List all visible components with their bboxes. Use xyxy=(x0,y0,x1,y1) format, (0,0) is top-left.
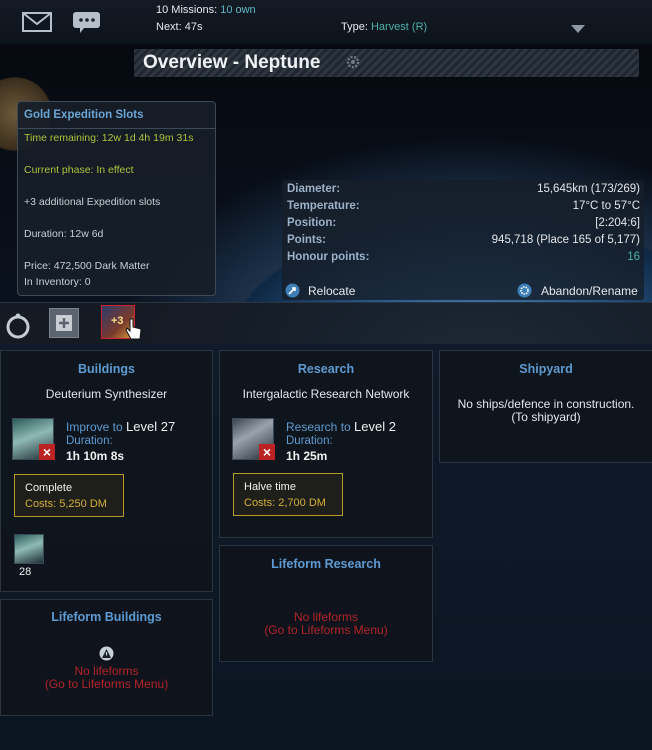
chat-icon[interactable] xyxy=(72,10,102,34)
halve-time-button[interactable]: Halve time Costs: 2,700 DM xyxy=(233,473,343,516)
plus-icon xyxy=(56,315,72,331)
type-status: Type: Harvest (R) xyxy=(341,21,427,33)
honour-points-label: Honour points: xyxy=(287,251,370,263)
lifeform-buildings-link[interactable]: (Go to Lifeforms Menu) xyxy=(1,677,212,691)
planet-ring-icon[interactable] xyxy=(4,313,32,341)
complete-label: Complete xyxy=(25,482,73,494)
missions-status: 10 Missions: 10 own xyxy=(156,4,256,16)
title-separator: - xyxy=(232,52,240,73)
cancel-research-icon[interactable]: × xyxy=(259,444,275,460)
buildings-panel: Buildings Deuterium Synthesizer × Improv… xyxy=(0,350,213,592)
item-tooltip: Gold Expedition Slots Time remaining: 12… xyxy=(17,101,216,296)
cancel-icon[interactable]: × xyxy=(39,444,55,460)
relocate-icon[interactable] xyxy=(285,283,300,298)
queued-building-level: 28 xyxy=(19,566,32,578)
lifeform-buildings-panel: Lifeform Buildings No lifeforms (Go to L… xyxy=(0,599,213,716)
tooltip-divider xyxy=(18,128,215,129)
lifeform-research-title[interactable]: Lifeform Research xyxy=(220,557,432,571)
next-label: Next: xyxy=(156,21,182,33)
shipyard-panel: Shipyard No ships/defence in constructio… xyxy=(439,350,652,463)
building-duration-label: Duration: xyxy=(66,435,113,447)
research-duration-label: Duration: xyxy=(286,435,333,447)
planet-hero: Overview - Neptune Gold Expedition Slots… xyxy=(0,44,652,344)
honour-points-value: 16 xyxy=(627,251,640,263)
planet-info-panel: Diameter: 15,645km (173/269) Temperature… xyxy=(282,180,644,300)
complete-building-button[interactable]: Complete Costs: 5,250 DM xyxy=(14,474,124,517)
next-status: Next: 47s xyxy=(156,21,203,33)
tooltip-time-remaining: Time remaining: 12w 1d 4h 19m 31s xyxy=(24,132,194,144)
lifeform-buildings-title[interactable]: Lifeform Buildings xyxy=(1,610,212,624)
diameter-value: 15,645km (173/269) xyxy=(537,183,640,195)
tooltip-title: Gold Expedition Slots xyxy=(24,109,144,121)
buildings-item-name: Deuterium Synthesizer xyxy=(45,387,168,401)
shipyard-empty-message: No ships/defence in construction. xyxy=(457,397,635,411)
halve-time-label: Halve time xyxy=(244,481,296,493)
temperature-value: 17°C to 57°C xyxy=(572,200,640,212)
abandon-rename-link[interactable]: Abandon/Rename xyxy=(541,284,638,298)
item-toolbar: +3 xyxy=(0,302,652,345)
halve-time-cost: Costs: 2,700 DM xyxy=(244,497,326,509)
points-label: Points: xyxy=(287,234,326,246)
add-item-button[interactable] xyxy=(49,308,79,338)
cog-icon[interactable] xyxy=(517,283,532,298)
chevron-down-icon[interactable] xyxy=(570,24,586,34)
tooltip-effect: +3 additional Expedition slots xyxy=(24,196,161,208)
type-value[interactable]: Harvest (R) xyxy=(371,21,427,33)
research-duration-value: 1h 25m xyxy=(286,449,328,463)
tooltip-duration: Duration: 12w 6d xyxy=(24,228,104,240)
envelope-icon[interactable] xyxy=(22,10,52,34)
overview-label: Overview xyxy=(143,52,228,73)
planet-name: Neptune xyxy=(244,52,321,73)
lifeform-research-panel: Lifeform Research No lifeforms (Go to Li… xyxy=(219,545,433,662)
position-value: [2:204:6] xyxy=(595,217,640,229)
next-value: 47s xyxy=(184,21,203,33)
hand-cursor-icon xyxy=(125,318,142,340)
research-line: Research to Level 2 xyxy=(286,419,396,434)
shipyard-link[interactable]: (To shipyard) xyxy=(440,410,652,424)
tooltip-inventory: In Inventory: 0 xyxy=(24,276,91,288)
type-label: Type: xyxy=(341,21,368,33)
page-title: Overview - Neptune xyxy=(143,52,320,74)
missions-label: 10 Missions: xyxy=(156,4,218,16)
lifeform-research-empty: No lifeforms xyxy=(293,610,358,624)
building-level: Level 27 xyxy=(126,419,176,434)
buildings-title[interactable]: Buildings xyxy=(1,362,212,376)
complete-cost: Costs: 5,250 DM xyxy=(25,498,107,510)
research-title[interactable]: Research xyxy=(220,362,432,376)
diameter-label: Diameter: xyxy=(287,183,341,195)
improve-prefix: Improve to xyxy=(66,420,123,434)
temperature-label: Temperature: xyxy=(287,200,360,212)
missions-own[interactable]: 10 own xyxy=(220,4,255,16)
lifeform-research-link[interactable]: (Go to Lifeforms Menu) xyxy=(220,623,432,637)
lifeform-buildings-empty: No lifeforms xyxy=(74,664,139,678)
research-level: Level 2 xyxy=(354,419,396,434)
gear-icon[interactable] xyxy=(346,55,360,69)
improve-line: Improve to Level 27 xyxy=(66,419,175,434)
tooltip-current-phase: Current phase: In effect xyxy=(24,164,134,176)
queued-building-thumbnail[interactable] xyxy=(14,534,44,564)
points-value: 945,718 (Place 165 of 5,177) xyxy=(491,234,640,246)
research-panel: Research Intergalactic Research Network … xyxy=(219,350,433,538)
top-bar: 10 Missions: 10 own Next: 47s Type: Harv… xyxy=(0,0,652,45)
item-badge: +3 xyxy=(111,315,124,327)
shipyard-title[interactable]: Shipyard xyxy=(440,362,652,376)
position-label: Position: xyxy=(287,217,337,229)
research-item-name: Intergalactic Research Network xyxy=(242,387,410,401)
tooltip-price: Price: 472,500 Dark Matter xyxy=(24,260,150,272)
building-duration-value: 1h 10m 8s xyxy=(66,449,125,463)
relocate-link[interactable]: Relocate xyxy=(308,284,355,298)
research-prefix: Research to xyxy=(286,420,351,434)
warning-icon xyxy=(99,646,114,661)
